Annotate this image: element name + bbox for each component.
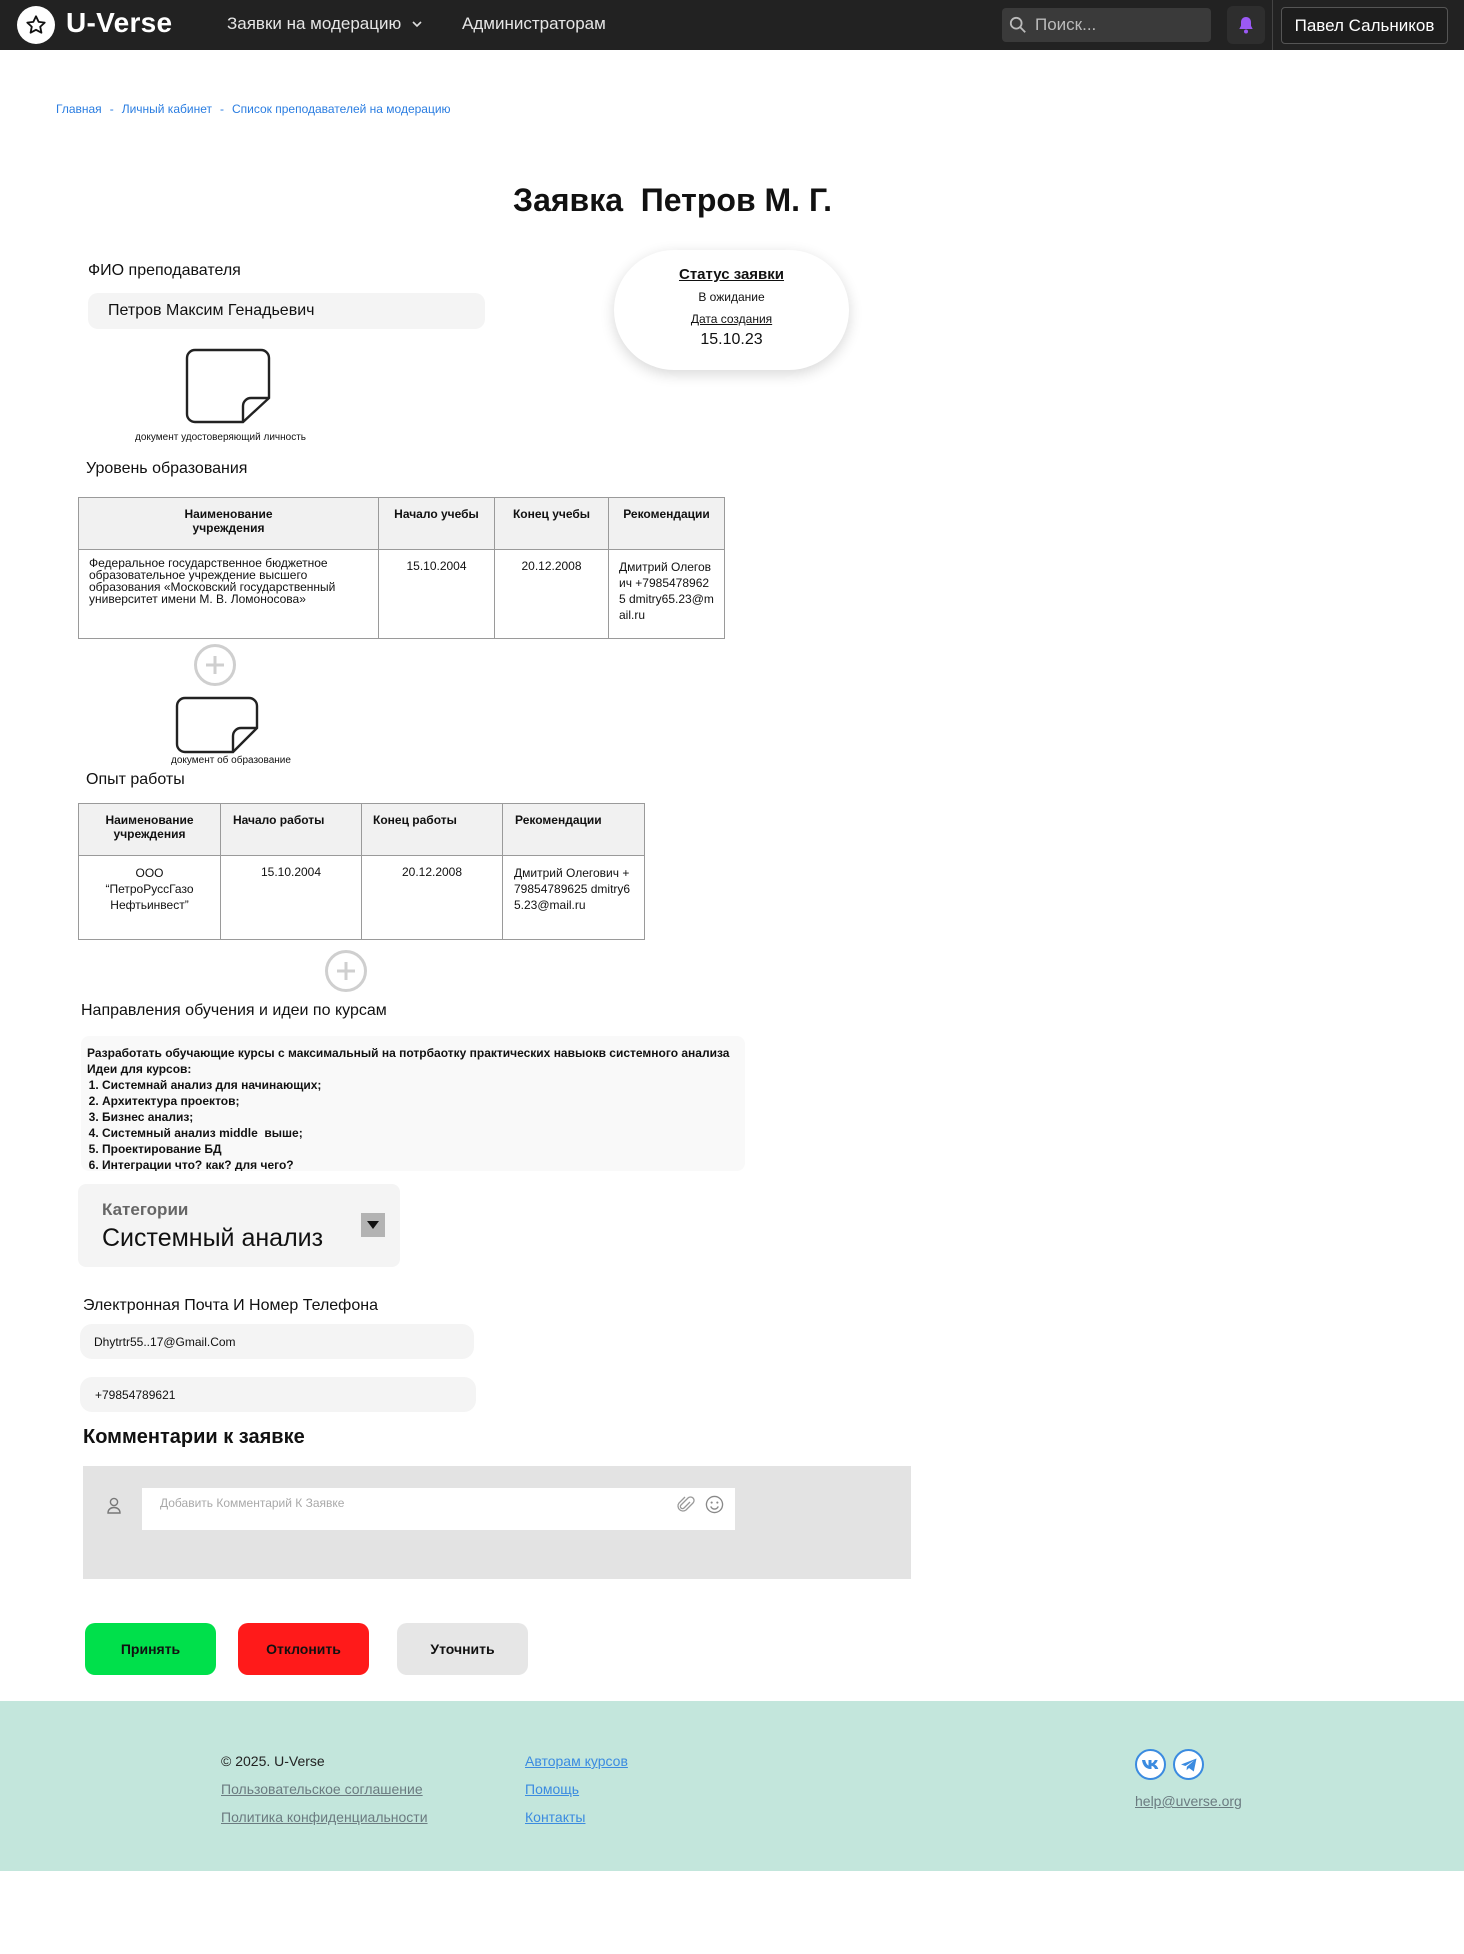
breadcrumb-teachers-list[interactable]: Список преподавателей на модерацию (232, 102, 451, 116)
telegram-icon[interactable] (1173, 1749, 1204, 1780)
logo[interactable] (17, 6, 55, 44)
list-item: Системнай анализ для начинающих; (102, 1077, 739, 1093)
page-title: Заявка Петров М. Г. (513, 182, 832, 218)
category-select[interactable]: Категории Системный анализ (78, 1184, 400, 1267)
work-table-header: Наименование учреждения Начало работы Ко… (78, 803, 645, 856)
ideas-label: Направления обучения и идеи по курсам (81, 1002, 387, 1019)
education-document-icon[interactable] (175, 696, 259, 754)
creation-date: 15.10.23 (700, 331, 763, 348)
plus-icon (206, 656, 224, 674)
status-title: Статус заявки (678, 266, 785, 283)
work-institution: ООО “ПетроРуссГазо Нефтьинвест” (78, 855, 221, 940)
footer-help-link[interactable]: Помощь (525, 1781, 579, 1797)
col-header-institution: Наименование учреждения (78, 497, 379, 550)
clarify-button[interactable]: Уточнить (397, 1623, 528, 1675)
ideas-list-title: Идеи для курсов: (87, 1062, 192, 1076)
breadcrumb: Главная - Личный кабинет - Список препод… (56, 102, 451, 116)
education-institution: Федеральное государственное бюджетное об… (78, 549, 379, 639)
reject-button[interactable]: Отклонить (238, 1623, 369, 1675)
table-row: ООО “ПетроРуссГазо Нефтьинвест” 15.10.20… (78, 855, 645, 940)
footer-email-link[interactable]: help@uverse.org (1135, 1793, 1242, 1809)
education-label: Уровень образования (86, 460, 248, 477)
plus-icon (337, 962, 355, 980)
breadcrumb-home[interactable]: Главная (56, 102, 102, 116)
col-header-end: Конец учебы (494, 497, 609, 550)
comment-panel (83, 1466, 911, 1579)
work-start: 15.10.2004 (220, 855, 362, 940)
education-table: Наименование учреждения Начало учебы Кон… (78, 497, 725, 639)
education-end: 20.12.2008 (494, 549, 609, 639)
list-item: Интеграции что? как? для чего? (102, 1157, 739, 1171)
col-header-recommendation: Рекомендации (608, 497, 725, 550)
search-input[interactable] (1035, 15, 1205, 35)
brand-name[interactable]: U-Verse (66, 7, 172, 39)
add-education-button[interactable] (194, 644, 236, 686)
work-end: 20.12.2008 (361, 855, 503, 940)
col-header-end: Конец работы (361, 803, 503, 856)
list-item: Системный анализ middle выше; (102, 1125, 739, 1141)
teacher-name-field[interactable]: Петров Максим Генадьевич (88, 293, 485, 329)
status-card: Статус заявки В ожидание Дата создания 1… (614, 250, 849, 370)
identity-document-icon[interactable] (185, 348, 271, 424)
accept-button[interactable]: Принять (85, 1623, 216, 1675)
paperclip-icon[interactable] (677, 1496, 695, 1514)
education-start: 15.10.2004 (378, 549, 495, 639)
comment-input[interactable] (160, 1496, 660, 1510)
breadcrumb-cabinet[interactable]: Личный кабинет (122, 102, 212, 116)
col-header-institution: Наименование учреждения (78, 803, 221, 856)
footer: © 2025. U-Verse Пользовательское соглаше… (0, 1701, 1464, 1871)
emoji-icon[interactable] (705, 1495, 724, 1514)
table-row: Федеральное государственное бюджетное об… (78, 549, 725, 639)
comments-title: Комментарии к заявке (83, 1426, 305, 1448)
bell-icon (1239, 17, 1253, 34)
search-icon (1009, 16, 1026, 33)
contacts-label: Электронная Почта И Номер Телефона (83, 1297, 378, 1314)
nav-moderation-dropdown[interactable]: Заявки на модерацию (227, 14, 423, 34)
col-header-recommendation: Рекомендации (502, 803, 645, 856)
vk-icon[interactable] (1135, 1749, 1166, 1780)
comment-input-box[interactable] (142, 1488, 735, 1530)
category-value: Системный анализ (102, 1224, 324, 1252)
top-navbar: U-Verse Заявки на модерацию Администрато… (0, 0, 1464, 50)
star-icon (26, 15, 46, 34)
category-label: Категории (102, 1200, 189, 1219)
education-document-caption: документ об образование (171, 755, 291, 766)
col-header-start: Начало учебы (378, 497, 495, 550)
list-item: Проектирование БД (102, 1141, 739, 1157)
teacher-name-label: ФИО преподавателя (88, 262, 241, 279)
nav-admins-link[interactable]: Администраторам (462, 14, 606, 34)
status-value: В ожидание (698, 290, 765, 304)
chevron-down-icon (412, 21, 422, 28)
phone-field[interactable]: +79854789621 (80, 1377, 476, 1412)
work-label: Опыт работы (86, 771, 185, 788)
footer-contacts-link[interactable]: Контакты (525, 1809, 585, 1825)
ideas-text[interactable]: Разработать обучающие курсы с максимальн… (81, 1036, 745, 1171)
breadcrumb-separator: - (219, 102, 224, 116)
email-field[interactable]: Dhytrtr55..17@Gmail.Com (80, 1324, 474, 1359)
footer-authors-link[interactable]: Авторам курсов (525, 1753, 628, 1769)
education-table-header: Наименование учреждения Начало учебы Кон… (78, 497, 725, 550)
list-item: Архитектура проектов; (102, 1093, 739, 1109)
list-item: Бизнес анализ; (102, 1109, 739, 1125)
creation-date-label: Дата создания (690, 312, 773, 326)
col-header-start: Начало работы (220, 803, 362, 856)
user-icon (107, 1497, 121, 1514)
nav-moderation-label: Заявки на модерацию (227, 14, 402, 33)
user-profile-button[interactable]: Павел Сальников (1281, 7, 1448, 44)
notifications-button[interactable] (1227, 6, 1265, 44)
work-recommendation: Дмитрий Олегович +79854789625 dmitry65.2… (502, 855, 645, 940)
identity-document-caption: документ удостоверяющий личность (135, 432, 306, 443)
ideas-list: Системнай анализ для начинающих; Архитек… (102, 1077, 739, 1171)
education-recommendation: Дмитрий Олегович +79854789625 dmitry65.2… (608, 549, 725, 639)
dropdown-arrow-icon[interactable] (361, 1213, 385, 1237)
search-box[interactable] (1002, 8, 1211, 42)
work-table: Наименование учреждения Начало работы Ко… (78, 803, 645, 940)
breadcrumb-separator: - (109, 102, 114, 116)
ideas-intro: Разработать обучающие курсы с максимальн… (87, 1046, 730, 1060)
add-work-button[interactable] (325, 950, 367, 992)
footer-terms-link[interactable]: Пользовательское соглашение (221, 1781, 423, 1797)
header-divider (1272, 0, 1273, 50)
footer-privacy-link[interactable]: Политика конфиденциальности (221, 1809, 428, 1825)
footer-copyright: © 2025. U-Verse (221, 1753, 325, 1769)
